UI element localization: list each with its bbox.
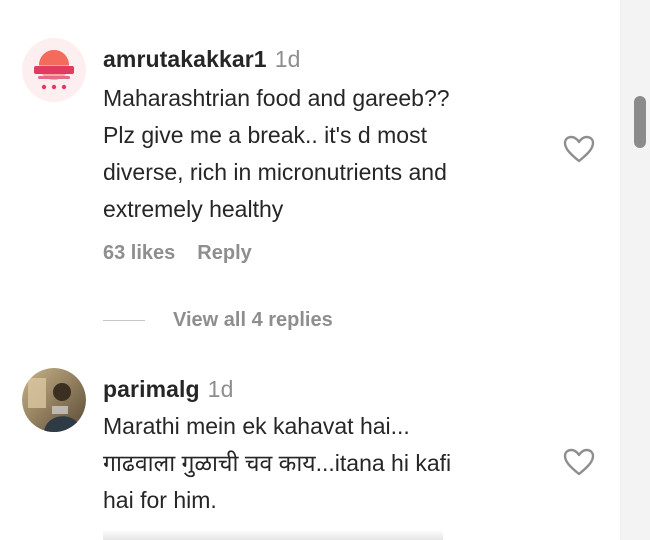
comment-line: Plz give me a break.. it's d most xyxy=(103,122,427,148)
divider xyxy=(103,319,145,321)
username-text[interactable]: parimalg xyxy=(103,376,200,402)
comment-username[interactable]: parimalg 1d xyxy=(103,376,233,403)
comment-line: Marathi mein ek kahavat hai... xyxy=(103,413,410,439)
comment-meta: 63 likes Reply xyxy=(103,242,252,265)
brand-logo-avatar-icon xyxy=(22,38,86,102)
comment-username[interactable]: amrutakakkar1 1d xyxy=(103,46,301,73)
comments-panel: amrutakakkar1 1d Maharashtrian food and g… xyxy=(0,0,650,540)
scrollbar-track[interactable] xyxy=(620,0,650,540)
comment-line: extremely healthy xyxy=(103,196,284,222)
heart-outline-icon[interactable] xyxy=(562,447,596,477)
comment-body: Marathi mein ek kahavat hai... गाढवाला ग… xyxy=(103,408,553,519)
comment-line: गाढवाला गुळाची चव काय...itana hi kafi xyxy=(103,450,452,476)
comment-line: Maharashtrian food and gareeb?? xyxy=(103,85,450,111)
view-replies-button[interactable]: View all 4 replies xyxy=(103,305,333,335)
reply-button[interactable]: Reply xyxy=(197,242,251,264)
heart-outline-icon[interactable] xyxy=(562,134,596,164)
avatar[interactable] xyxy=(22,368,86,432)
comment-line: hai for him. xyxy=(103,487,217,513)
likes-count[interactable]: 63 likes xyxy=(103,242,175,264)
comment-line: diverse, rich in micronutrients and xyxy=(103,159,447,185)
profile-photo-avatar-icon xyxy=(22,368,86,432)
username-text[interactable]: amrutakakkar1 xyxy=(103,46,267,72)
avatar[interactable] xyxy=(22,38,86,102)
view-replies-label: View all 4 replies xyxy=(173,308,333,331)
comment-body: Maharashtrian food and gareeb?? Plz give… xyxy=(103,80,553,228)
next-comment-preview xyxy=(103,530,443,540)
comment-timestamp: 1d xyxy=(207,376,234,402)
scrollbar-thumb[interactable] xyxy=(634,96,646,148)
comment-timestamp: 1d xyxy=(274,46,301,72)
